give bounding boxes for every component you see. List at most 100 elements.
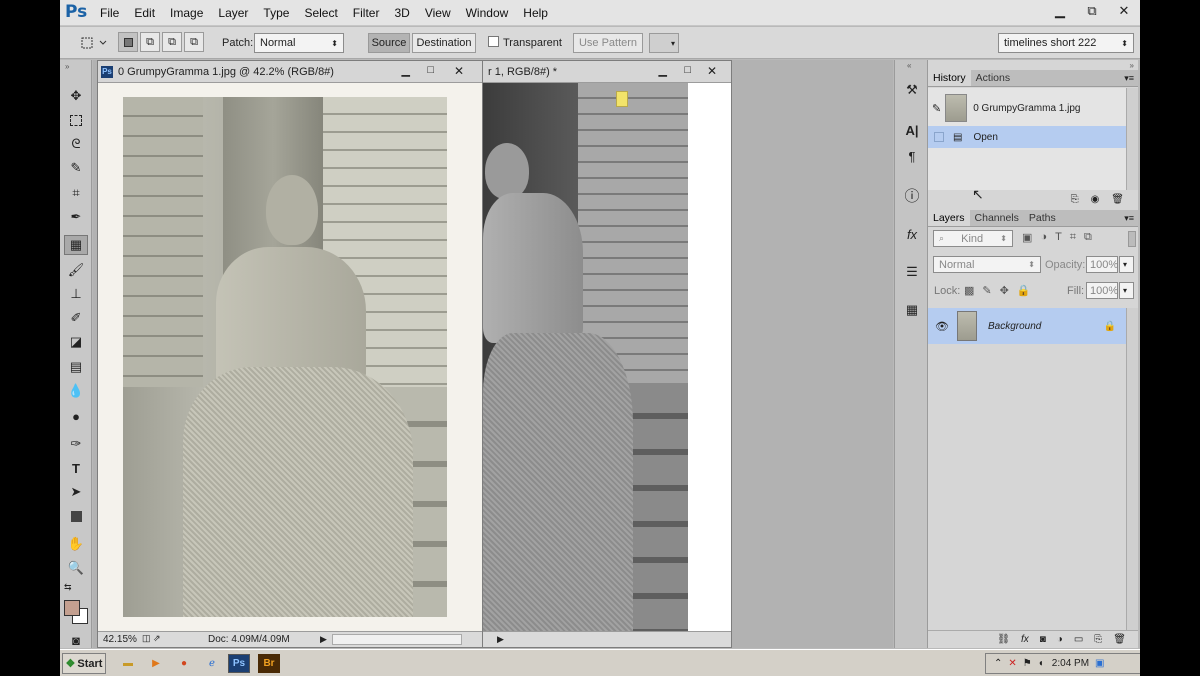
restore-button[interactable]: ⧉ xyxy=(1076,0,1108,22)
layers-scrollbar[interactable] xyxy=(1126,308,1138,630)
transparent-checkbox[interactable] xyxy=(488,36,499,47)
doc1-canvas[interactable] xyxy=(98,83,482,633)
volume-icon[interactable]: ◖ xyxy=(1038,658,1044,669)
workspace-select[interactable]: timelines short 222 ⬍ xyxy=(998,33,1134,53)
doc2-close-icon[interactable]: ✕ xyxy=(707,64,717,78)
tab-actions[interactable]: Actions xyxy=(971,70,1015,86)
quick-select-icon[interactable]: ✎ xyxy=(64,158,88,178)
network-icon[interactable]: ✕ xyxy=(1008,658,1016,669)
tool-presets-icon[interactable]: ⚒ xyxy=(902,80,922,100)
media-player-icon[interactable]: ▶ xyxy=(146,654,166,673)
menu-filter[interactable]: Filter xyxy=(353,6,380,20)
smart-object-filter-icon[interactable]: ⧉ xyxy=(1084,231,1092,244)
menu-window[interactable]: Window xyxy=(466,6,509,20)
eyedropper-icon[interactable]: ✒ xyxy=(64,207,88,227)
note-icon[interactable] xyxy=(616,91,628,107)
shape-icon[interactable] xyxy=(64,506,88,526)
tab-paths[interactable]: Paths xyxy=(1024,210,1061,226)
horizontal-scrollbar[interactable] xyxy=(332,634,462,645)
move-icon[interactable]: ✥ xyxy=(64,86,88,106)
doc2-maximize-icon[interactable]: □ xyxy=(684,64,691,76)
menu-file[interactable]: File xyxy=(100,6,119,20)
photoshop-taskbar-icon[interactable]: Ps xyxy=(228,654,250,673)
lock-image-icon[interactable]: ✎ xyxy=(982,284,991,297)
history-step-checkbox[interactable] xyxy=(934,132,944,142)
link-layers-icon[interactable]: ⛓ xyxy=(997,634,1010,645)
source-button[interactable]: Source xyxy=(368,33,410,53)
trash-icon[interactable]: 🗑 xyxy=(1113,634,1126,645)
play-arrow-icon[interactable]: ▶ xyxy=(497,634,504,645)
lock-position-icon[interactable]: ✥ xyxy=(1000,284,1009,297)
layer-filter-select[interactable]: ⌕ Kind ⬍ xyxy=(933,230,1013,247)
eraser-icon[interactable]: ◪ xyxy=(64,332,88,352)
document-window-1[interactable]: Ps 0 GrumpyGramma 1.jpg @ 42.2% (RGB/8#)… xyxy=(97,60,483,648)
tab-layers[interactable]: Layers xyxy=(928,210,970,226)
close-button[interactable]: ✕ xyxy=(1108,0,1140,22)
folder-icon[interactable]: ▭ xyxy=(1074,634,1083,645)
collapse-arrows-icon[interactable]: » xyxy=(65,62,69,71)
fill-slider-toggle[interactable]: ▾ xyxy=(1119,282,1134,299)
lasso-icon[interactable]: ᘓ xyxy=(64,134,88,154)
info-icon[interactable]: ⓘ xyxy=(902,185,922,205)
lock-all-icon[interactable]: 🔒 xyxy=(1017,284,1031,297)
history-step[interactable]: ▤ Open xyxy=(928,126,1126,148)
swap-colors-icon[interactable]: ⇆ xyxy=(64,582,72,593)
history-scrollbar[interactable] xyxy=(1126,88,1138,190)
menu-image[interactable]: Image xyxy=(170,6,203,20)
pattern-picker[interactable]: ▾ xyxy=(649,33,679,53)
show-desktop-icon[interactable]: ▣ xyxy=(1095,658,1104,669)
brush-icon[interactable]: 🖌 xyxy=(64,260,88,280)
blur-icon[interactable]: 💧 xyxy=(64,381,88,401)
use-pattern-button[interactable]: Use Pattern xyxy=(573,33,643,53)
crop-icon[interactable]: ⌗ xyxy=(64,183,88,203)
layer-row-background[interactable]: 👁 Background 🔒 xyxy=(928,308,1126,344)
firefox-icon[interactable]: ● xyxy=(174,654,194,673)
blend-mode-select[interactable]: Normal ⬍ xyxy=(933,256,1041,273)
panel-menu-icon[interactable]: ▾≡ xyxy=(1124,213,1134,224)
zoom-level[interactable]: 42.15% xyxy=(103,634,137,645)
history-snapshot[interactable]: ✎ 0 GrumpyGramma 1.jpg xyxy=(932,94,1126,122)
gradient-icon[interactable]: ▤ xyxy=(64,357,88,377)
path-select-icon[interactable]: ➤ xyxy=(64,482,88,502)
bridge-taskbar-icon[interactable]: Br xyxy=(258,654,280,673)
shape-filter-icon[interactable]: ⌗ xyxy=(1070,231,1076,244)
fill-input[interactable]: 100% xyxy=(1086,282,1118,299)
adjustment-layer-icon[interactable]: ◑ xyxy=(1057,634,1063,645)
type-filter-icon[interactable]: T xyxy=(1055,231,1062,244)
new-layer-icon[interactable]: ⎘ xyxy=(1094,634,1102,645)
patch-tool-icon[interactable]: ▦ xyxy=(64,235,88,255)
layer-name[interactable]: Background xyxy=(988,321,1041,332)
chevron-up-icon[interactable]: ⌃ xyxy=(994,658,1002,669)
adjustment-filter-icon[interactable]: ◑ xyxy=(1040,231,1047,244)
patch-mode-select[interactable]: Normal ⬍ xyxy=(254,33,344,53)
paragraph-icon[interactable]: ¶ xyxy=(902,146,922,166)
minimize-button[interactable]: ▁ xyxy=(1044,0,1076,22)
menu-view[interactable]: View xyxy=(425,6,451,20)
type-icon[interactable]: T xyxy=(64,458,88,478)
clock[interactable]: 2:04 PM xyxy=(1052,658,1089,669)
stamp-icon[interactable]: ⊥ xyxy=(64,284,88,304)
subtract-selection-button[interactable]: ⧉ xyxy=(162,32,182,52)
menu-type[interactable]: Type xyxy=(263,6,289,20)
menu-3d[interactable]: 3D xyxy=(394,6,409,20)
filter-toggle[interactable] xyxy=(1128,231,1136,247)
new-document-from-state-icon[interactable]: ⎘ xyxy=(1071,194,1079,205)
flag-icon[interactable]: ⚑ xyxy=(1023,658,1032,669)
eye-icon[interactable]: 👁 xyxy=(935,320,949,333)
doc2-minimize-icon[interactable]: ▁ xyxy=(659,64,667,77)
trash-icon[interactable]: 🗑 xyxy=(1111,194,1124,205)
intersect-selection-button[interactable]: ⧉ xyxy=(184,32,204,52)
menu-edit[interactable]: Edit xyxy=(134,6,155,20)
doc2-canvas[interactable] xyxy=(483,83,731,633)
new-selection-button[interactable] xyxy=(118,32,138,52)
marquee-icon[interactable] xyxy=(64,110,88,130)
pen-icon[interactable]: ✑ xyxy=(64,434,88,454)
menu-select[interactable]: Select xyxy=(304,6,337,20)
menu-help[interactable]: Help xyxy=(523,6,548,20)
character-icon[interactable]: A| xyxy=(902,120,922,140)
history-brush-icon[interactable]: ✐ xyxy=(64,308,88,328)
image-filter-icon[interactable]: ▣ xyxy=(1022,231,1032,244)
add-mask-icon[interactable]: ◙ xyxy=(1040,634,1046,645)
panel-menu-icon[interactable]: ▾≡ xyxy=(1124,73,1134,84)
quick-mask-icon[interactable]: ◙ xyxy=(64,630,88,650)
